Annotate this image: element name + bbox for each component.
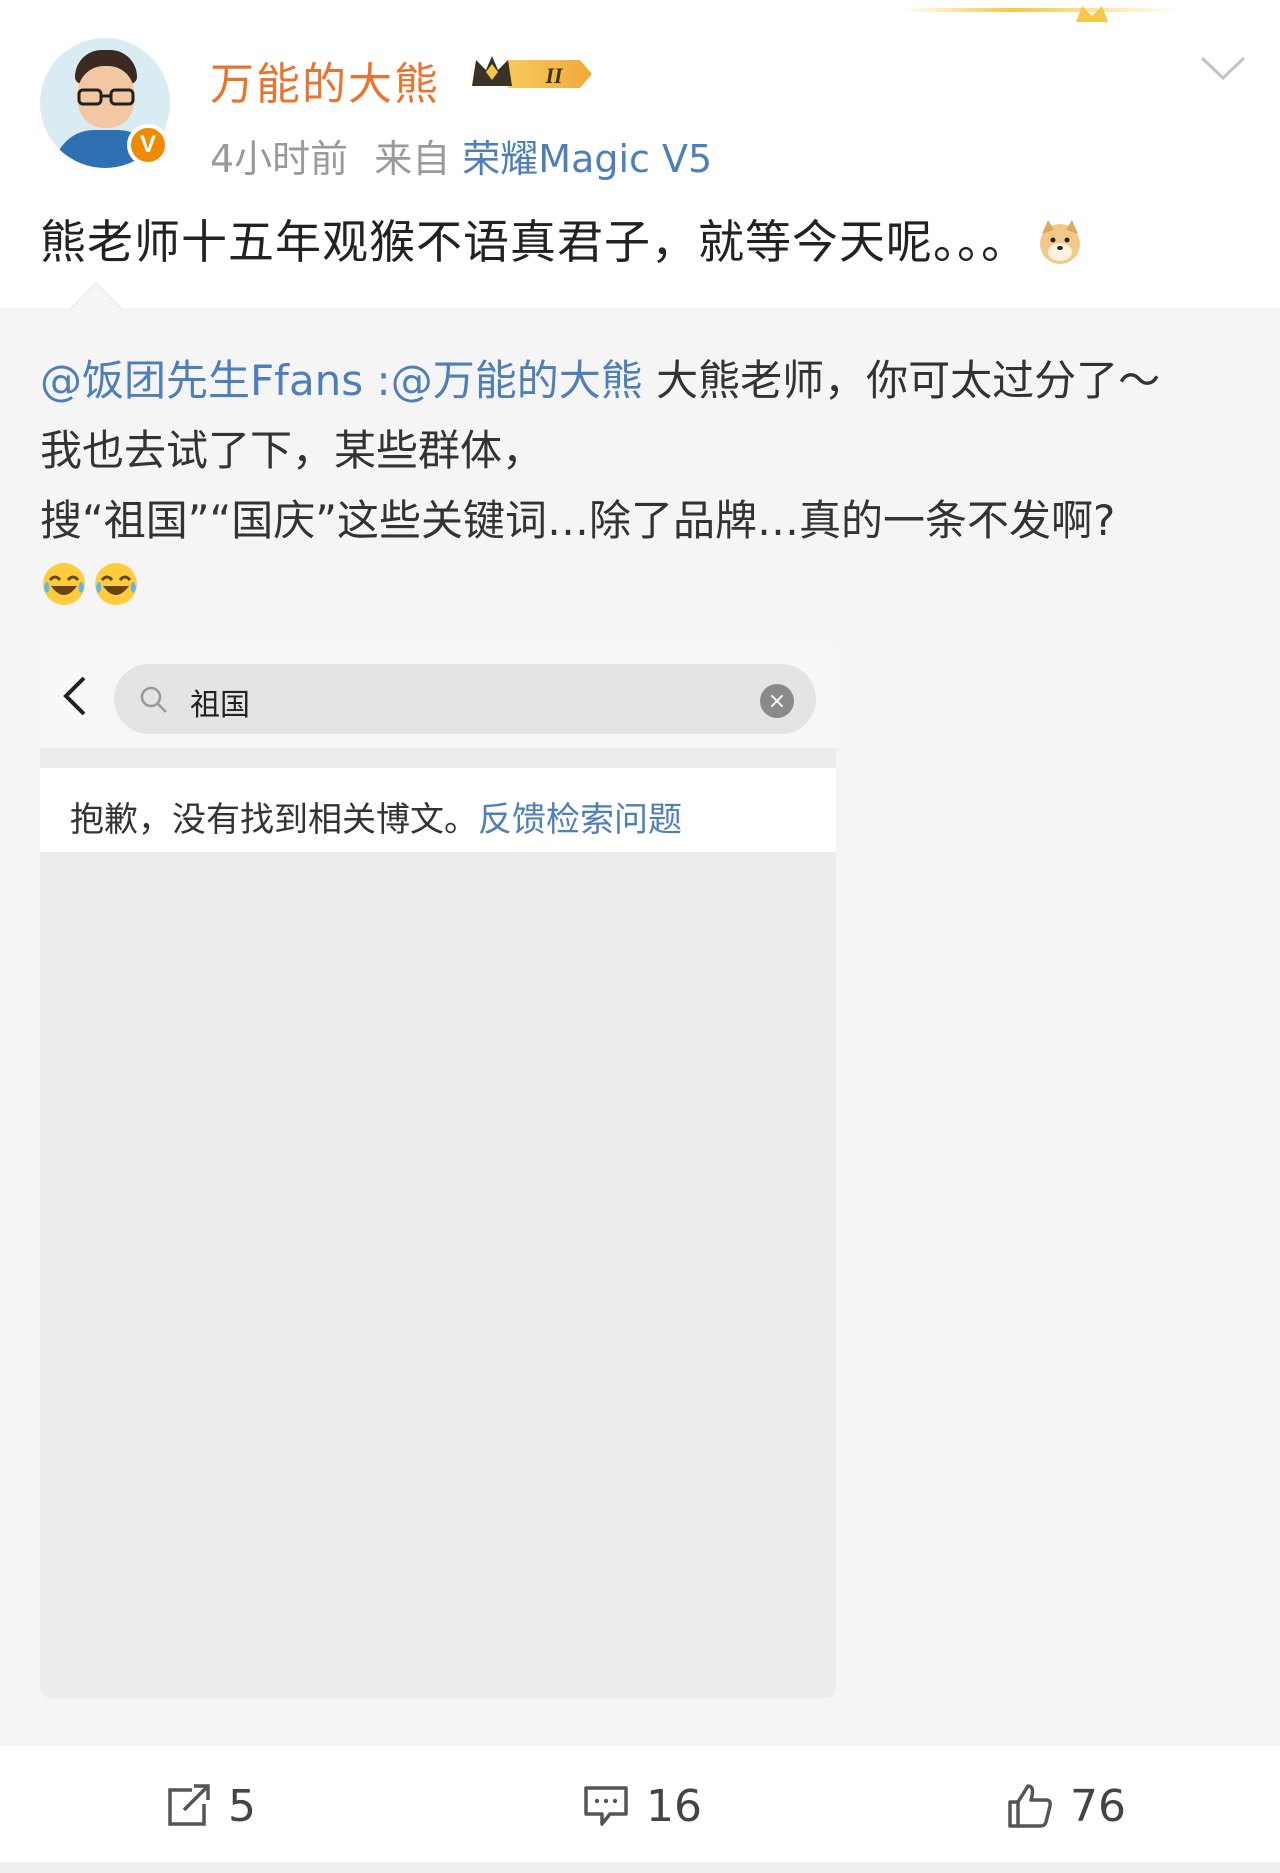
screenshot-search-query: 祖国 — [190, 688, 250, 723]
crown-decoration-icon — [1076, 6, 1108, 22]
clear-icon: × — [760, 684, 794, 718]
share-count: 5 — [228, 1780, 256, 1832]
share-icon — [168, 1784, 210, 1826]
like-button[interactable]: 76 — [1004, 1776, 1126, 1836]
source-prefix: 来自 — [374, 137, 451, 181]
header-decoration — [900, 8, 1180, 12]
mention-author-link[interactable]: @饭团先生Ffans — [40, 356, 363, 405]
mention-target-link[interactable]: @万能的大熊 — [391, 356, 643, 405]
screenshot-no-result: 抱歉，没有找到相关博文。反馈检索问题 — [70, 800, 682, 840]
embedded-screenshot[interactable]: 祖国 × 抱歉，没有找到相关博文。反馈检索问题 — [40, 640, 836, 1698]
doge-emoji-icon — [1040, 220, 1080, 264]
post-text: 熊老师十五年观猴不语真君子，就等今天呢。。。 — [40, 206, 1084, 272]
laugh-cry-emoji-icon — [95, 563, 137, 605]
svg-text:II: II — [544, 63, 564, 88]
comment-icon — [584, 1786, 628, 1826]
post-meta: 4小时前 来自 荣耀Magic V5 — [210, 128, 712, 183]
repost-line1: 大熊老师，你可太过分了～ — [642, 356, 1161, 405]
post-time: 4小时前 — [210, 137, 349, 181]
bottom-strip — [0, 1862, 1280, 1873]
verified-badge: V — [127, 124, 169, 166]
feedback-link: 反馈检索问题 — [478, 800, 682, 840]
share-button[interactable]: 5 — [162, 1776, 256, 1836]
back-arrow-icon — [63, 676, 86, 716]
thumbs-up-icon — [1008, 1784, 1052, 1828]
vip-crown-badge-icon[interactable]: II — [468, 52, 594, 96]
chevron-down-icon[interactable] — [1198, 52, 1248, 84]
repost-text: @饭团先生Ffans :@万能的大熊 大熊老师，你可太过分了～ 我也去试了下，某… — [40, 346, 1250, 556]
comment-button[interactable]: 16 — [580, 1776, 702, 1836]
laugh-cry-emoji-icon — [43, 563, 85, 605]
like-count: 76 — [1070, 1780, 1126, 1832]
repost-emojis — [40, 560, 140, 608]
repost-line2: 我也去试了下，某些群体， — [40, 426, 545, 475]
mention-separator: : — [363, 356, 391, 405]
username[interactable]: 万能的大熊 — [210, 48, 440, 112]
repost-line3: 搜“祖国”“国庆”这些关键词…除了品牌…真的一条不发啊? — [40, 496, 1116, 545]
search-icon — [140, 686, 167, 713]
comment-count: 16 — [646, 1780, 702, 1832]
screenshot-divider — [40, 748, 836, 762]
device-link[interactable]: 荣耀Magic V5 — [462, 137, 712, 181]
